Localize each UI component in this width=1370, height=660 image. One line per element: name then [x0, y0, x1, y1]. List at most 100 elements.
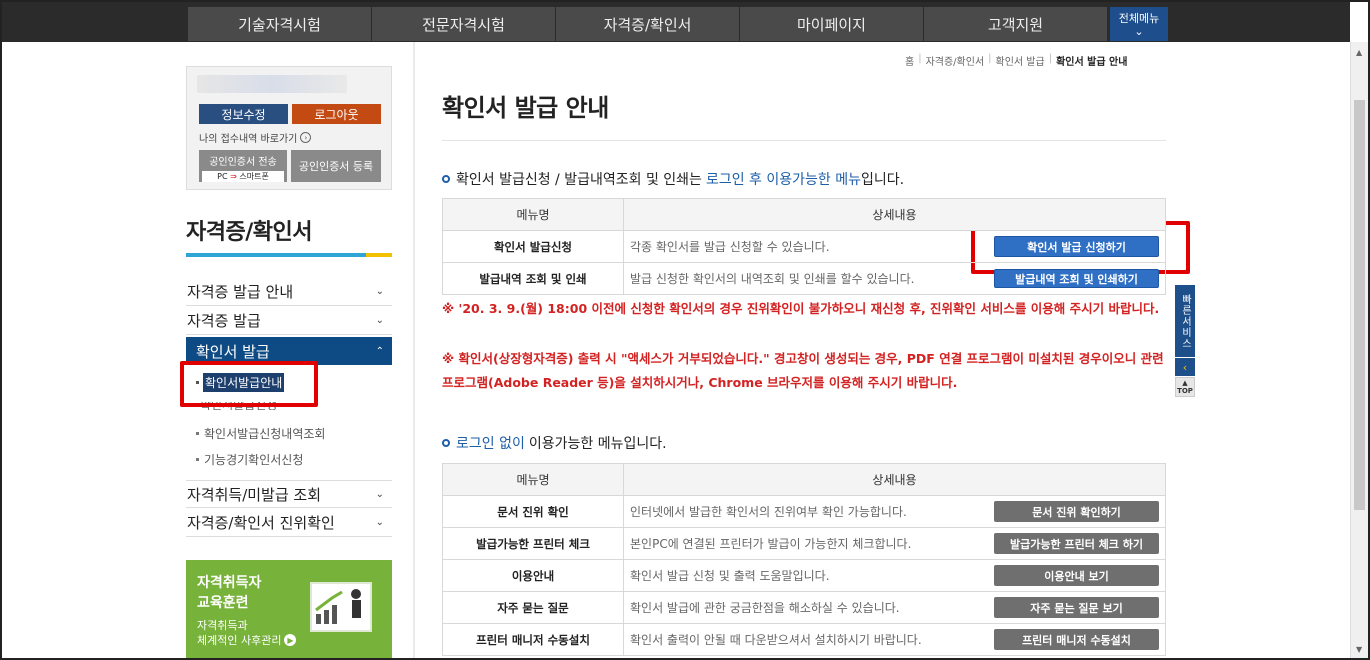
row-name: 발급내역 조회 및 인쇄	[442, 262, 624, 295]
education-banner[interactable]: 자격취득자 교육훈련 자격취득과 체계적인 사후관리 ▶	[186, 560, 392, 658]
row-desc-text: 확인서 발급 신청 및 출력 도움말입니다.	[630, 569, 830, 583]
nav-item-tech-exam[interactable]: 기술자격시험	[188, 7, 372, 41]
row-desc: 확인서 발급 신청 및 출력 도움말입니다. 이용안내 보기	[623, 559, 1166, 592]
recent-applications-link[interactable]: 나의 접수내역 바로가기 ›	[199, 130, 312, 145]
bullet-ring-icon	[442, 439, 450, 447]
scroll-down-icon[interactable]: ▼	[1356, 645, 1362, 654]
sidebar-item-cert-issue[interactable]: 자격증 발급 ⌄	[186, 307, 392, 335]
scroll-thumb[interactable]	[1354, 100, 1365, 510]
table-row: 확인서 발급신청 각종 확인서를 발급 신청할 수 있습니다. 확인서 발급 신…	[442, 230, 1166, 263]
history-print-button[interactable]: 발급내역 조회 및 인쇄하기	[994, 269, 1159, 288]
sidebar-item-acquisition-lookup[interactable]: 자격취득/미발급 조회 ⌄	[186, 480, 392, 508]
arrow-right-icon: ⇒	[230, 172, 237, 181]
row-desc-text: 인터넷에서 발급한 확인서의 진위여부 확인 가능합니다.	[630, 505, 907, 519]
banner-line4: 체계적인 사후관리 ▶	[197, 632, 297, 648]
section1-heading-post: 입니다.	[860, 172, 905, 188]
table-row: 자주 묻는 질문 확인서 발급에 관한 궁금한점을 해소하실 수 있습니다. 자…	[442, 591, 1166, 624]
section2-heading-post: 이용가능한 메뉴입니다.	[528, 436, 667, 452]
row-desc: 확인서 출력이 안될 때 다운받으셔서 설치하시기 바랍니다. 프린터 매니저 …	[623, 623, 1166, 656]
row-desc-text: 각종 확인서를 발급 신청할 수 있습니다.	[630, 240, 830, 254]
cert-send-sub: PC ⇒ 스마트폰	[202, 171, 284, 182]
section2-heading: 로그인 없이 이용가능한 메뉴입니다.	[442, 433, 667, 453]
highlight-box-sidebar	[180, 361, 318, 407]
row-name: 문서 진위 확인	[442, 495, 624, 528]
row-desc-text: 확인서 출력이 안될 때 다운받으셔서 설치하시기 바랍니다.	[630, 633, 922, 647]
sidebar-section-title: 자격증/확인서	[186, 220, 312, 245]
sub-item-history[interactable]: 확인서발급신청내역조회	[196, 425, 325, 442]
breadcrumb: 홈 | 자격증/확인서 | 확인서 발급 | 확인서 발급 안내	[905, 53, 1128, 68]
pc-label: PC	[217, 172, 228, 181]
row-name: 이용안내	[442, 559, 624, 592]
nav-item-mypage[interactable]: 마이페이지	[740, 7, 924, 41]
chevron-down-icon: ⌄	[375, 488, 384, 500]
banner-line1: 자격취득자	[197, 575, 262, 591]
table-header-row: 메뉴명 상세내용	[442, 198, 1166, 231]
banner-line4-label: 체계적인 사후관리	[197, 634, 282, 647]
cert-send-label: 공인인증서 전송	[209, 157, 277, 168]
section1-heading-blue: 로그인 후 이용가능한 메뉴	[705, 172, 861, 188]
nav-item-certificates[interactable]: 자격증/확인서	[556, 7, 740, 41]
row-name: 프린터 매니저 수동설치	[442, 623, 624, 656]
scroll-up-icon[interactable]: ▲	[1356, 48, 1362, 57]
row-desc: 확인서 발급에 관한 궁금한점을 해소하실 수 있습니다. 자주 묻는 질문 보…	[623, 591, 1166, 624]
logout-button[interactable]: 로그아웃	[292, 104, 381, 124]
all-menu-button[interactable]: 전체메뉴 ⌄	[1110, 7, 1168, 41]
column-header-name: 메뉴명	[442, 198, 624, 231]
caret-up-icon: ▲	[1182, 379, 1188, 387]
notice-reissue: ※ '20. 3. 9.(월) 18:00 이전에 신청한 확인서의 경우 진위…	[442, 301, 1160, 316]
row-desc-text: 확인서 발급에 관한 궁금한점을 해소하실 수 있습니다.	[630, 601, 900, 615]
nav-item-pro-exam[interactable]: 전문자격시험	[372, 7, 556, 41]
chevron-left-icon[interactable]: ‹	[1175, 358, 1195, 376]
bullet-icon	[196, 432, 199, 435]
table-header-row: 메뉴명 상세내용	[442, 463, 1166, 496]
sidebar-item-cert-guide[interactable]: 자격증 발급 안내 ⌄	[186, 278, 392, 306]
quick-service-tab[interactable]: 빠른서비스	[1175, 285, 1195, 357]
login-box: 정보수정 로그아웃 나의 접수내역 바로가기 › 공인인증서 전송 PC ⇒ 스…	[186, 66, 392, 190]
breadcrumb-home[interactable]: 홈	[905, 53, 914, 68]
bullet-icon	[196, 458, 199, 461]
sidebar-item-authenticity[interactable]: 자격증/확인서 진위확인 ⌄	[186, 509, 392, 537]
row-desc-text: 본인PC에 연결된 프린터가 발급이 가능한지 체크합니다.	[630, 537, 912, 551]
sub-item-label: 확인서발급신청내역조회	[204, 427, 326, 441]
cert-register-button[interactable]: 공인인증서 등록	[291, 150, 381, 182]
printer-check-button[interactable]: 발급가능한 프린터 체크 하기	[994, 533, 1159, 554]
presentation-board-illustration	[310, 582, 372, 632]
public-menu-table: 메뉴명 상세내용 문서 진위 확인 인터넷에서 발급한 확인서의 진위여부 확인…	[442, 463, 1166, 656]
section2-heading-blue: 로그인 없이	[456, 436, 525, 452]
scroll-top-button[interactable]: ▲ TOP	[1175, 377, 1195, 397]
user-name-blurred	[197, 75, 347, 93]
cert-send-button[interactable]: 공인인증서 전송 PC ⇒ 스마트폰	[199, 150, 287, 182]
notice-pdf: ※ 확인서(상장형자격증) 출력 시 "액세스가 거부되었습니다." 경고창이 …	[442, 351, 1164, 390]
edit-profile-button[interactable]: 정보수정	[199, 104, 288, 124]
row-desc: 인터넷에서 발급한 확인서의 진위여부 확인 가능합니다. 문서 진위 확인하기	[623, 495, 1166, 528]
faq-button[interactable]: 자주 묻는 질문 보기	[994, 597, 1159, 618]
top-label: TOP	[1177, 387, 1193, 395]
chevron-down-icon: ⌄	[375, 286, 384, 297]
breadcrumb-current: 확인서 발급 안내	[1056, 57, 1128, 68]
banner-line2: 교육훈련	[197, 595, 249, 611]
sidebar-item-label: 자격증 발급 안내	[187, 283, 294, 301]
nav-item-support[interactable]: 고객지원	[924, 7, 1108, 41]
breadcrumb-item[interactable]: 확인서 발급	[996, 53, 1045, 68]
row-desc: 발급 신청한 확인서의 내역조회 및 인쇄를 할수 있습니다. 발급내역 조회 …	[623, 262, 1166, 295]
column-header-desc: 상세내용	[623, 463, 1166, 496]
printer-manager-install-button[interactable]: 프린터 매니저 수동설치	[994, 629, 1159, 650]
usage-guide-button[interactable]: 이용안내 보기	[994, 565, 1159, 586]
banner-line3: 자격취득과	[197, 619, 248, 632]
verify-document-button[interactable]: 문서 진위 확인하기	[994, 501, 1159, 522]
sidebar-item-label: 확인서 발급	[196, 342, 270, 361]
nav-menu: 기술자격시험 전문자격시험 자격증/확인서 마이페이지 고객지원 전체메뉴 ⌄	[188, 7, 1168, 41]
section1-heading-pre: 확인서 발급신청 / 발급내역조회 및 인쇄는	[456, 172, 702, 188]
row-name: 확인서 발급신청	[442, 230, 624, 263]
apply-confirmation-button[interactable]: 확인서 발급 신청하기	[994, 236, 1159, 257]
table-row: 문서 진위 확인 인터넷에서 발급한 확인서의 진위여부 확인 가능합니다. 문…	[442, 495, 1166, 528]
sub-item-skill-contest[interactable]: 기능경기확인서신청	[196, 451, 303, 468]
column-header-name: 메뉴명	[442, 463, 624, 496]
sub-item-label: 기능경기확인서신청	[204, 453, 304, 467]
row-desc-text: 발급 신청한 확인서의 내역조회 및 인쇄를 할수 있습니다.	[630, 272, 915, 286]
chevron-down-icon: ⌄	[375, 517, 384, 528]
vertical-scrollbar[interactable]: ▲ ▼	[1350, 42, 1368, 658]
breadcrumb-item[interactable]: 자격증/확인서	[926, 53, 985, 68]
chevron-down-icon: ⌄	[1134, 25, 1144, 38]
section-underline	[186, 253, 392, 257]
